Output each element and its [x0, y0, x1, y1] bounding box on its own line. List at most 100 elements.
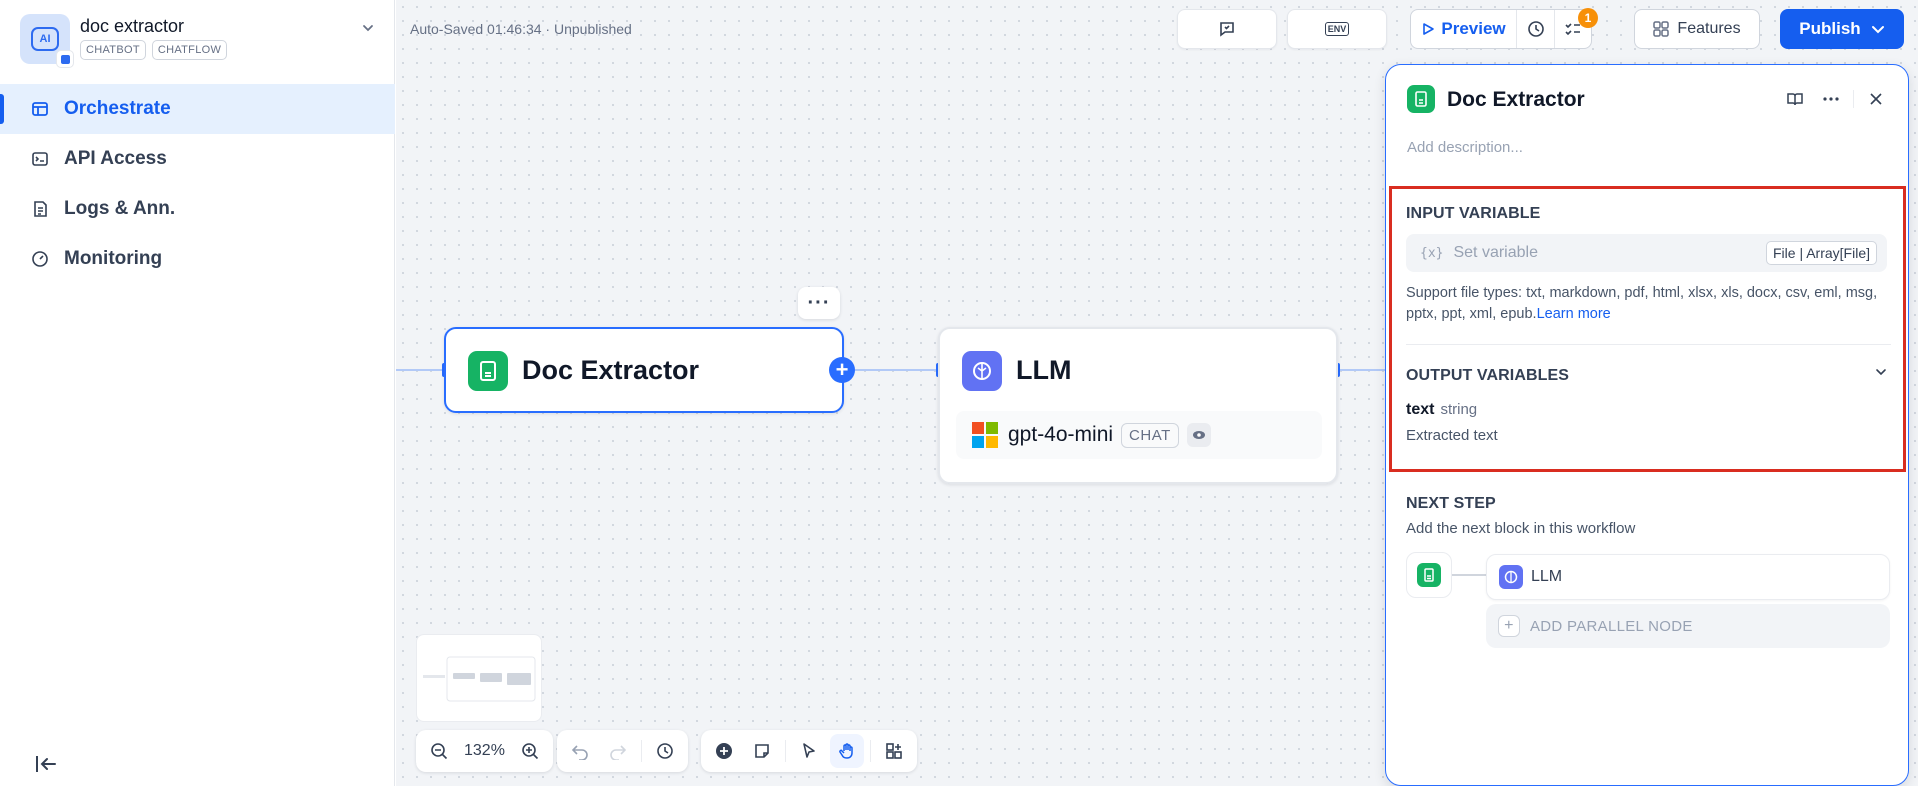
add-parallel-node-button[interactable]: + ADD PARALLEL NODE: [1486, 604, 1890, 648]
preview-label: Preview: [1441, 19, 1506, 38]
sidebar-item-label: Monitoring: [64, 248, 163, 269]
vision-eye-icon: [1186, 423, 1211, 447]
next-node-label: LLM: [1531, 568, 1563, 585]
tools-toolbar: [701, 730, 917, 772]
app-mode-badge: CHATFLOW: [151, 40, 228, 60]
add-next-node-handle[interactable]: +: [829, 357, 855, 383]
chevron-down-icon: [1871, 26, 1884, 34]
next-node-llm[interactable]: LLM: [1486, 554, 1890, 600]
sidebar-item-logs[interactable]: Logs & Ann.: [0, 184, 395, 234]
sidebar-item-api-access[interactable]: API Access: [0, 134, 395, 184]
chevron-down-icon[interactable]: [1874, 365, 1888, 384]
book-open-icon: [1787, 93, 1803, 106]
layout-grid-icon: [886, 743, 902, 759]
panel-title[interactable]: Doc Extractor: [1447, 88, 1585, 112]
pointer-mode-button[interactable]: [792, 734, 826, 768]
env-button[interactable]: ENV: [1287, 9, 1387, 49]
note-icon: [755, 744, 769, 758]
zoom-level[interactable]: 132%: [460, 742, 509, 760]
version-history-button[interactable]: [648, 734, 682, 768]
node-title: LLM: [1016, 355, 1072, 385]
history-toolbar: [557, 730, 688, 772]
features-button[interactable]: Features: [1634, 9, 1760, 49]
features-label: Features: [1677, 20, 1741, 37]
next-step-heading: NEXT STEP: [1406, 495, 1496, 512]
hand-icon: [839, 743, 853, 759]
variable-selector[interactable]: {x} Set variable File | Array[File]: [1406, 234, 1887, 272]
app-name: doc extractor: [80, 16, 185, 36]
history-button[interactable]: [1517, 10, 1554, 48]
chat-check-icon: [1220, 22, 1234, 37]
panel-more-button[interactable]: [1817, 85, 1845, 113]
next-step-subtitle: Add the next block in this workflow: [1406, 520, 1636, 537]
doc-extractor-icon: [1407, 85, 1435, 113]
features-grid-icon: [1653, 21, 1670, 37]
undo-button[interactable]: [563, 734, 597, 768]
publish-label: Publish: [1799, 19, 1861, 38]
zoom-in-button[interactable]: [513, 734, 547, 768]
variable-type-tag: File | Array[File]: [1766, 241, 1877, 265]
sidebar-item-label: Logs & Ann.: [64, 198, 176, 219]
terminal-icon: [30, 149, 50, 169]
node-more-button[interactable]: ···: [798, 287, 840, 319]
organize-blocks-button[interactable]: [877, 734, 911, 768]
output-variable: text string: [1406, 401, 1478, 418]
model-name: gpt-4o-mini: [1008, 423, 1114, 446]
docs-book-button[interactable]: [1781, 85, 1809, 113]
sidebar-item-monitoring[interactable]: Monitoring: [0, 234, 395, 284]
redo-icon: [610, 745, 627, 760]
play-icon: [1423, 23, 1435, 35]
orchestrate-icon: [30, 99, 50, 119]
chatflow-badge-icon: [56, 50, 74, 68]
collapse-sidebar-icon[interactable]: [32, 752, 60, 776]
variable-placeholder: Set variable: [1453, 244, 1538, 261]
sidebar-item-label: API Access: [64, 148, 167, 169]
edge-llm-out: [1338, 369, 1385, 371]
zoom-out-icon: [431, 743, 448, 760]
preview-button[interactable]: Preview: [1411, 10, 1517, 48]
zoom-toolbar: 132%: [416, 730, 553, 772]
minimap[interactable]: [416, 634, 542, 722]
redo-button[interactable]: [601, 734, 635, 768]
node-title: Doc Extractor: [522, 355, 700, 385]
doc-extractor-node[interactable]: Doc Extractor: [444, 327, 844, 413]
plus-circle-icon: [716, 743, 732, 759]
plus-icon: +: [1498, 615, 1520, 637]
llm-brain-icon: [962, 351, 1002, 391]
output-variables-heading: OUTPUT VARIABLES: [1406, 367, 1570, 384]
app-type-badge: CHATBOT: [80, 40, 146, 60]
history-icon: [1527, 21, 1544, 37]
llm-node[interactable]: LLM gpt-4o-mini CHAT: [938, 327, 1338, 484]
close-panel-button[interactable]: [1862, 85, 1890, 113]
chevron-down-icon[interactable]: [358, 18, 378, 38]
add-parallel-label: ADD PARALLEL NODE: [1530, 617, 1693, 635]
support-file-types: Support file types: txt, markdown, pdf, …: [1406, 285, 1878, 322]
hand-mode-button[interactable]: [830, 734, 864, 768]
checklist-button[interactable]: [1177, 9, 1277, 49]
zoom-in-icon: [522, 743, 538, 760]
sidebar-item-label: Orchestrate: [64, 98, 171, 119]
more-horizontal-icon: [1823, 97, 1839, 101]
close-icon: [1870, 93, 1882, 105]
doc-extractor-icon: [1417, 563, 1441, 587]
undo-icon: [571, 745, 588, 760]
checklist-tasks-button[interactable]: 1: [1554, 8, 1598, 48]
autosave-status: Auto-Saved 01:46:34 · Unpublished: [410, 21, 632, 37]
current-node-chip: [1406, 552, 1452, 598]
app-header[interactable]: AI doc extractor CHATBOT CHATFLOW: [20, 14, 380, 68]
app-robot-icon: AI: [20, 14, 74, 68]
node-config-panel: Doc Extractor Add description... INPUT V…: [1385, 64, 1909, 786]
description-input[interactable]: Add description...: [1407, 139, 1523, 156]
input-variable-heading: INPUT VARIABLE: [1406, 205, 1541, 222]
model-row[interactable]: gpt-4o-mini CHAT: [956, 411, 1322, 459]
learn-more-link[interactable]: Learn more: [1537, 306, 1611, 322]
variable-icon: {x}: [1420, 245, 1444, 261]
sidebar-item-orchestrate[interactable]: Orchestrate: [0, 84, 395, 134]
zoom-out-button[interactable]: [422, 734, 456, 768]
output-variable-description: Extracted text: [1406, 427, 1498, 444]
add-note-button[interactable]: [745, 734, 779, 768]
edge-from-start: [396, 369, 444, 371]
preview-toolbar: Preview 1: [1410, 8, 1598, 49]
publish-button[interactable]: Publish: [1780, 9, 1904, 49]
add-node-button[interactable]: [707, 734, 741, 768]
